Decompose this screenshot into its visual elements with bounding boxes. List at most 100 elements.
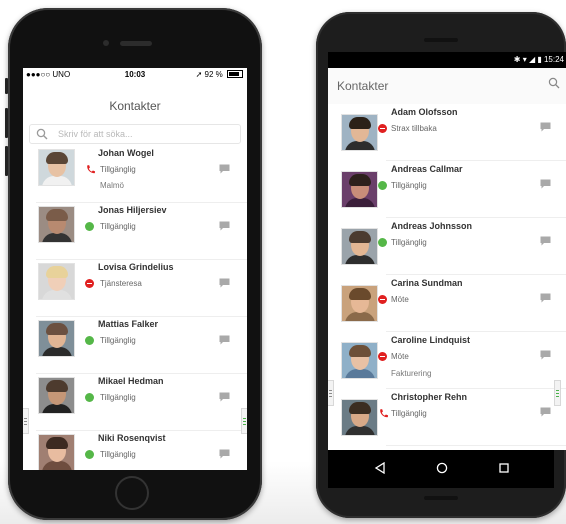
- avatar: [341, 171, 378, 208]
- avatar: [38, 377, 75, 414]
- contact-name: Carina Sundman: [391, 278, 463, 288]
- contact-status: Tillgänglig: [100, 393, 136, 402]
- contact-row[interactable]: Mattias Falker Tillgänglig: [23, 317, 247, 374]
- status-right: ➚ 92 %: [196, 70, 243, 79]
- chat-icon[interactable]: [540, 293, 551, 303]
- contact-name: Niki Rosenqvist: [98, 433, 166, 443]
- recents-icon[interactable]: [498, 462, 510, 474]
- signal-icon: ◢: [528, 55, 536, 64]
- contact-name: Lovisa Grindelius: [98, 262, 174, 272]
- contact-status: Tjänsteresa: [100, 279, 142, 288]
- contact-name: Caroline Lindquist: [391, 335, 471, 345]
- phone-icon: [87, 165, 96, 174]
- volume-down-button: [5, 146, 8, 176]
- chat-icon[interactable]: [540, 407, 551, 417]
- available-status-icon: [378, 181, 387, 190]
- volume-up-button: [5, 108, 8, 138]
- avatar: [341, 114, 378, 151]
- ios-screen: ●●●○○ UNO 10:03 ➚ 92 % Kontakter Skriv f…: [23, 68, 247, 470]
- chat-icon[interactable]: [540, 236, 551, 246]
- contact-name: Mattias Falker: [98, 319, 159, 329]
- android-device: ✱ ▾ ◢ ▮ 15:24 Kontakter Adam Olofsson St…: [316, 12, 566, 518]
- chat-icon[interactable]: [219, 392, 230, 402]
- mute-switch: [5, 78, 8, 94]
- bluetooth-icon: ✱: [513, 55, 521, 64]
- contact-row[interactable]: Christopher Rehn Tillgänglig: [328, 389, 566, 446]
- contact-status: Möte: [391, 295, 409, 304]
- contact-status: Strax tillbaka: [391, 124, 437, 133]
- right-drawer-handle[interactable]: [241, 408, 247, 434]
- avatar: [38, 206, 75, 243]
- contact-name: Jonas Hiljersiev: [98, 205, 167, 215]
- page-title: Kontakter: [109, 99, 161, 113]
- contact-row[interactable]: Niki Rosenqvist Tillgänglig: [23, 431, 247, 470]
- contact-status: Tillgänglig: [391, 181, 427, 190]
- phone-icon: [380, 409, 389, 418]
- contact-row[interactable]: Andreas Johnsson Tillgänglig: [328, 218, 566, 275]
- available-status-icon: [378, 238, 387, 247]
- chat-icon[interactable]: [219, 449, 230, 459]
- chat-icon[interactable]: [219, 335, 230, 345]
- avatar: [341, 285, 378, 322]
- contact-status: Tillgänglig: [100, 450, 136, 459]
- android-status-bar: ✱ ▾ ◢ ▮ 15:24: [328, 52, 566, 68]
- android-screen: ✱ ▾ ◢ ▮ 15:24 Kontakter Adam Olofsson St…: [328, 52, 566, 450]
- ios-status-bar: ●●●○○ UNO 10:03 ➚ 92 %: [23, 68, 247, 82]
- chat-icon[interactable]: [540, 350, 551, 360]
- back-icon[interactable]: [374, 462, 386, 474]
- contact-status: Tillgänglig: [100, 336, 136, 345]
- contact-row[interactable]: Jonas Hiljersiev Tillgänglig: [23, 203, 247, 260]
- contact-name: Mikael Hedman: [98, 376, 164, 386]
- navigation-bar: [328, 450, 554, 488]
- busy-status-icon: [85, 279, 94, 288]
- contact-row[interactable]: Mikael Hedman Tillgänglig: [23, 374, 247, 431]
- contact-status: Tillgänglig: [391, 238, 427, 247]
- avatar: [38, 320, 75, 357]
- contact-row[interactable]: Andreas Callmar Tillgänglig: [328, 161, 566, 218]
- bottom-speaker: [424, 496, 458, 500]
- search-input[interactable]: Skriv för att söka...: [29, 124, 241, 144]
- contact-row[interactable]: Adam Olofsson Strax tillbaka: [328, 104, 566, 161]
- contact-note: Malmö: [100, 181, 125, 190]
- status-right: ✱ ▾ ◢ ▮ 15:24: [514, 55, 564, 64]
- available-status-icon: [85, 222, 94, 231]
- busy-status-icon: [378, 124, 387, 133]
- chat-icon[interactable]: [219, 278, 230, 288]
- busy-status-icon: [378, 295, 387, 304]
- top-speaker: [424, 38, 458, 42]
- chat-icon[interactable]: [540, 122, 551, 132]
- page-title: Kontakter: [337, 79, 389, 93]
- left-drawer-handle[interactable]: [328, 380, 334, 406]
- iphone-device: ●●●○○ UNO 10:03 ➚ 92 % Kontakter Skriv f…: [5, 8, 262, 520]
- home-icon[interactable]: [436, 462, 448, 474]
- contact-status: Tillgänglig: [391, 409, 427, 418]
- contact-row[interactable]: Johan Wogel Tillgänglig Malmö: [23, 146, 247, 203]
- status-time: 15:24: [543, 55, 564, 64]
- contact-name: Andreas Johnsson: [391, 221, 473, 231]
- search-icon[interactable]: [548, 77, 560, 89]
- location-icon: ➚: [195, 70, 203, 79]
- contact-name: Adam Olofsson: [391, 107, 458, 117]
- home-button[interactable]: [115, 476, 149, 510]
- front-camera: [103, 40, 109, 46]
- available-status-icon: [85, 336, 94, 345]
- avatar: [341, 342, 378, 379]
- available-status-icon: [85, 450, 94, 459]
- contact-row[interactable]: Carina Sundman Möte: [328, 275, 566, 332]
- chat-icon[interactable]: [540, 179, 551, 189]
- right-drawer-handle[interactable]: [554, 380, 561, 406]
- chat-icon[interactable]: [219, 221, 230, 231]
- contact-note: Fakturering: [391, 369, 432, 378]
- contact-status: Tillgänglig: [100, 222, 136, 231]
- wifi-icon: ▾: [522, 55, 527, 64]
- avatar: [38, 434, 75, 470]
- chat-icon[interactable]: [219, 164, 230, 174]
- contact-row[interactable]: Lovisa Grindelius Tjänsteresa: [23, 260, 247, 317]
- left-drawer-handle[interactable]: [23, 408, 29, 434]
- earpiece: [120, 41, 152, 46]
- search-icon: [36, 128, 48, 140]
- battery-percent: 92 %: [204, 70, 223, 79]
- contact-row[interactable]: Caroline Lindquist Möte Fakturering: [328, 332, 566, 389]
- contact-name: Johan Wogel: [98, 148, 154, 158]
- avatar: [38, 149, 75, 186]
